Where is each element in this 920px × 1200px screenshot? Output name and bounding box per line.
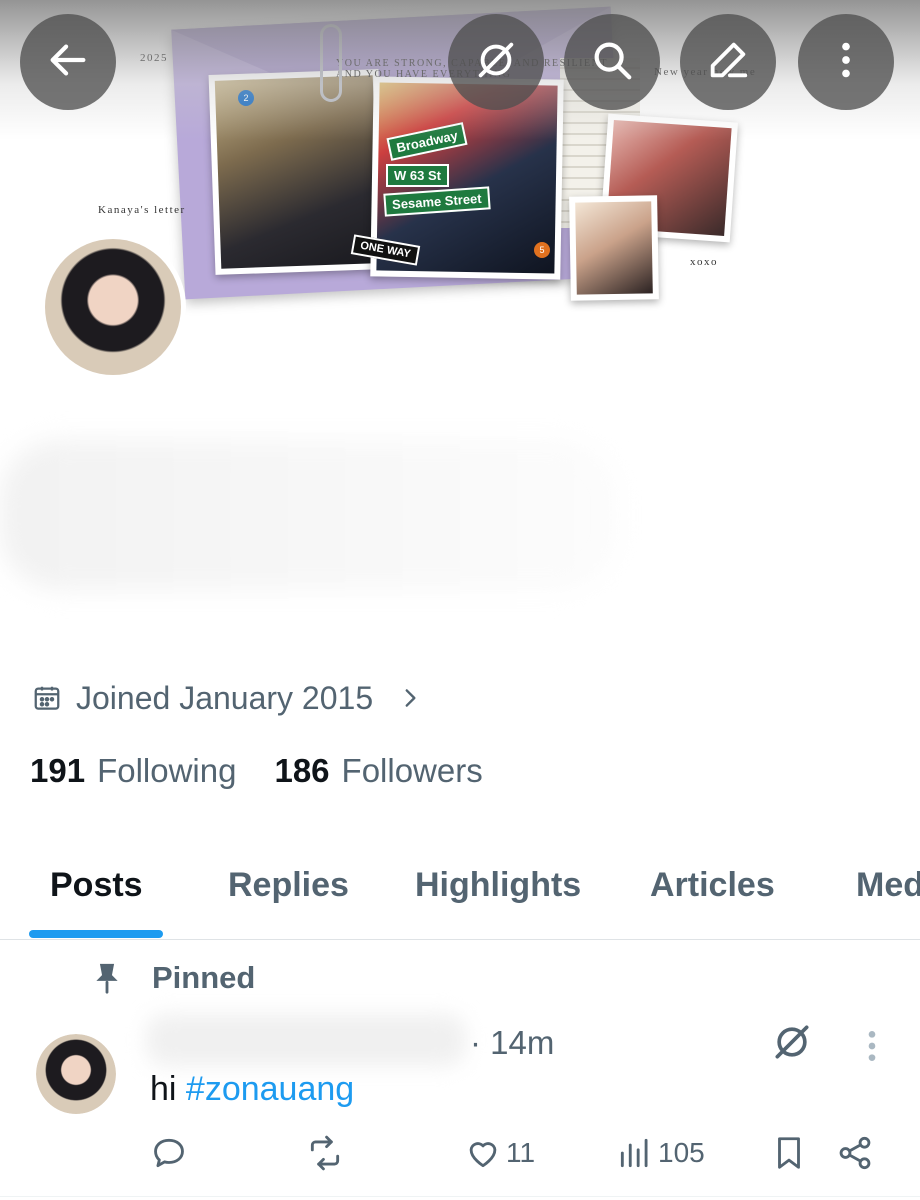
- post-timestamp[interactable]: · 14m: [470, 1024, 554, 1062]
- avatar-image: [36, 1034, 116, 1114]
- more-button[interactable]: [798, 14, 894, 110]
- paperclip-icon: [320, 24, 342, 102]
- more-vertical-icon: [823, 37, 869, 88]
- divider: [0, 1196, 920, 1197]
- banner-year-text: 2025: [140, 52, 168, 64]
- back-icon: [45, 37, 91, 88]
- profile-avatar[interactable]: [40, 234, 186, 380]
- post-actions: 11 105: [0, 1134, 920, 1184]
- tab-media[interactable]: Media: [856, 866, 920, 905]
- active-tab-indicator: [29, 930, 163, 938]
- grok-post-button[interactable]: [770, 1020, 814, 1064]
- calendar-icon: [32, 683, 62, 713]
- search-icon: [589, 37, 635, 88]
- grok-icon: [473, 37, 519, 88]
- joined-row[interactable]: Joined January 2015: [32, 678, 423, 718]
- following-label: Following: [97, 752, 237, 789]
- banner-xoxo-text: xoxo: [690, 256, 718, 268]
- avatar-image: [45, 239, 181, 375]
- post-avatar[interactable]: [36, 1034, 116, 1114]
- tab-replies[interactable]: Replies: [228, 866, 349, 905]
- like-count: 11: [506, 1137, 536, 1168]
- tab-highlights[interactable]: Highlights: [415, 866, 581, 905]
- more-vertical-icon: [860, 1026, 884, 1066]
- followers-count: 186: [274, 752, 330, 789]
- post-more-button[interactable]: [860, 1026, 884, 1066]
- banner-photo-4: [569, 195, 659, 301]
- reply-icon: [150, 1134, 188, 1172]
- edit-button[interactable]: [680, 14, 776, 110]
- profile-tabs: Posts Replies Highlights Articles Media: [0, 850, 920, 940]
- repost-icon: [306, 1134, 344, 1172]
- photo-number-badge: 5: [534, 242, 550, 258]
- bookmark-button[interactable]: [770, 1134, 808, 1172]
- repost-button[interactable]: [306, 1134, 344, 1172]
- photo-number-badge: 2: [238, 90, 254, 106]
- pinned-indicator: Pinned: [92, 960, 255, 996]
- redacted-profile-info: [0, 440, 620, 590]
- following-count: 191: [30, 752, 86, 789]
- analytics-icon: [616, 1134, 654, 1172]
- bookmark-icon: [770, 1134, 808, 1172]
- chevron-right-icon: [387, 685, 423, 711]
- follow-stats: 191 Following 186 Followers: [30, 752, 483, 790]
- like-button[interactable]: 11: [464, 1134, 535, 1172]
- grok-button[interactable]: [448, 14, 544, 110]
- post-text: hi #zonauang: [150, 1070, 354, 1109]
- reply-button[interactable]: [150, 1134, 188, 1172]
- edit-icon: [705, 37, 751, 88]
- heart-icon: [464, 1134, 502, 1172]
- banner-letter-text: Kanaya's letter: [98, 204, 186, 216]
- tab-articles[interactable]: Articles: [650, 866, 775, 905]
- post-text-body: hi: [150, 1070, 186, 1108]
- joined-date: Joined January 2015: [76, 679, 374, 716]
- followers-link[interactable]: 186 Followers: [274, 752, 482, 790]
- views-button[interactable]: 105: [616, 1134, 705, 1172]
- hashtag-link[interactable]: #zonauang: [186, 1070, 354, 1108]
- redacted-post-author: [146, 1014, 466, 1066]
- views-count: 105: [658, 1137, 705, 1168]
- back-button[interactable]: [20, 14, 116, 110]
- followers-label: Followers: [341, 752, 483, 789]
- grok-icon: [770, 1020, 814, 1064]
- street-sign-w63: W 63 St: [386, 164, 449, 187]
- share-button[interactable]: [836, 1134, 874, 1172]
- share-icon: [836, 1134, 874, 1172]
- tab-posts[interactable]: Posts: [50, 866, 143, 905]
- pinned-label: Pinned: [152, 960, 256, 995]
- following-link[interactable]: 191 Following: [30, 752, 236, 790]
- pin-icon: [92, 961, 122, 995]
- search-button[interactable]: [564, 14, 660, 110]
